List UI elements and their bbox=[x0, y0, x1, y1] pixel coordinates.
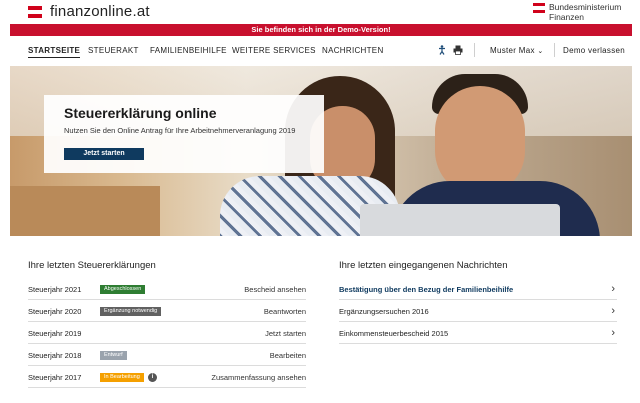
nav-item-familienbeihilfe[interactable]: FAMILIENBEIHILFE bbox=[150, 46, 227, 55]
hero-card: Steuererklärung online Nutzen Sie den On… bbox=[44, 95, 324, 173]
nav-divider bbox=[554, 43, 555, 57]
messages-title: Ihre letzten eingegangenen Nachrichten bbox=[339, 260, 508, 271]
action-link[interactable]: Beantworten bbox=[264, 307, 306, 316]
print-icon[interactable] bbox=[453, 45, 463, 55]
message-row[interactable]: Bestätigung über den Bezug der Familienb… bbox=[339, 280, 617, 300]
logout-link[interactable]: Demo verlassen bbox=[563, 46, 625, 55]
status-badge: Entwurf bbox=[100, 351, 127, 360]
action-link[interactable]: Bescheid ansehen bbox=[244, 285, 306, 294]
logo-text: finanzonline.at bbox=[50, 3, 150, 20]
nav-item-nachrichten[interactable]: NACHRICHTEN bbox=[322, 46, 384, 55]
message-row[interactable]: Ergänzungsersuchen 2016 › bbox=[339, 302, 617, 322]
chevron-right-icon: › bbox=[611, 305, 615, 317]
accessibility-icon[interactable] bbox=[437, 45, 447, 55]
demo-banner: Sie befinden sich in der Demo-Version! bbox=[10, 24, 632, 36]
chevron-right-icon: › bbox=[611, 327, 615, 339]
tax-year-label: Steuerjahr 2020 bbox=[28, 307, 82, 316]
status-badge: In Bearbeitung bbox=[100, 373, 144, 382]
tax-year-label: Steuerjahr 2017 bbox=[28, 373, 82, 382]
tax-year-label: Steuerjahr 2019 bbox=[28, 329, 82, 338]
nav-item-weitere-services[interactable]: WEITERE SERVICES bbox=[232, 46, 316, 55]
main-nav: STARTSEITE STEUERAKT FAMILIENBEIHILFE WE… bbox=[10, 40, 632, 62]
hero-subtitle: Nutzen Sie den Online Antrag für Ihre Ar… bbox=[64, 126, 296, 135]
austria-flag-icon bbox=[533, 3, 545, 13]
action-link[interactable]: Jetzt starten bbox=[265, 329, 306, 338]
message-row[interactable]: Einkommensteuerbescheid 2015 › bbox=[339, 324, 617, 344]
tax-return-row: Steuerjahr 2018 Entwurf Bearbeiten bbox=[28, 346, 306, 366]
message-subject: Ergänzungsersuchen 2016 bbox=[339, 307, 429, 316]
tax-return-row: Steuerjahr 2017 In Bearbeitung i Zusamme… bbox=[28, 368, 306, 388]
tax-returns-title: Ihre letzten Steuererklärungen bbox=[28, 260, 156, 271]
info-icon[interactable]: i bbox=[148, 373, 157, 382]
laptop-image bbox=[360, 204, 560, 236]
ministry-logo: Bundesministerium Finanzen bbox=[533, 2, 621, 22]
austria-flag-icon bbox=[28, 5, 42, 18]
nav-item-steuerakt[interactable]: STEUERAKT bbox=[88, 46, 139, 55]
ministry-name-line1: Bundesministerium bbox=[549, 2, 622, 12]
ministry-name-line2: Finanzen bbox=[549, 12, 584, 22]
nav-divider bbox=[474, 43, 475, 57]
status-badge: Abgeschlossen bbox=[100, 285, 146, 294]
start-button[interactable]: Jetzt starten bbox=[64, 148, 144, 160]
user-menu-label: Muster Max bbox=[490, 46, 535, 55]
action-link[interactable]: Zusammenfassung ansehen bbox=[211, 373, 306, 382]
action-link[interactable]: Bearbeiten bbox=[270, 351, 306, 360]
chevron-down-icon: ⌄ bbox=[537, 48, 544, 55]
user-menu[interactable]: Muster Max ⌄ bbox=[490, 46, 544, 55]
nav-item-startseite[interactable]: STARTSEITE bbox=[28, 46, 81, 58]
top-bar: finanzonline.at Bundesministerium Finanz… bbox=[0, 0, 640, 22]
tax-return-row: Steuerjahr 2019 Jetzt starten bbox=[28, 324, 306, 344]
status-badge: Ergänzung notwendig bbox=[100, 307, 162, 316]
message-subject: Einkommensteuerbescheid 2015 bbox=[339, 329, 449, 338]
hero-title: Steuererklärung online bbox=[64, 105, 217, 121]
message-subject: Bestätigung über den Bezug der Familienb… bbox=[339, 285, 514, 294]
tax-return-row: Steuerjahr 2020 Ergänzung notwendig Bean… bbox=[28, 302, 306, 322]
tax-year-label: Steuerjahr 2018 bbox=[28, 351, 82, 360]
finanzonline-logo[interactable]: finanzonline.at bbox=[28, 3, 150, 20]
chevron-right-icon: › bbox=[611, 283, 615, 295]
tax-year-label: Steuerjahr 2021 bbox=[28, 285, 82, 294]
tax-return-row: Steuerjahr 2021 Abgeschlossen Bescheid a… bbox=[28, 280, 306, 300]
